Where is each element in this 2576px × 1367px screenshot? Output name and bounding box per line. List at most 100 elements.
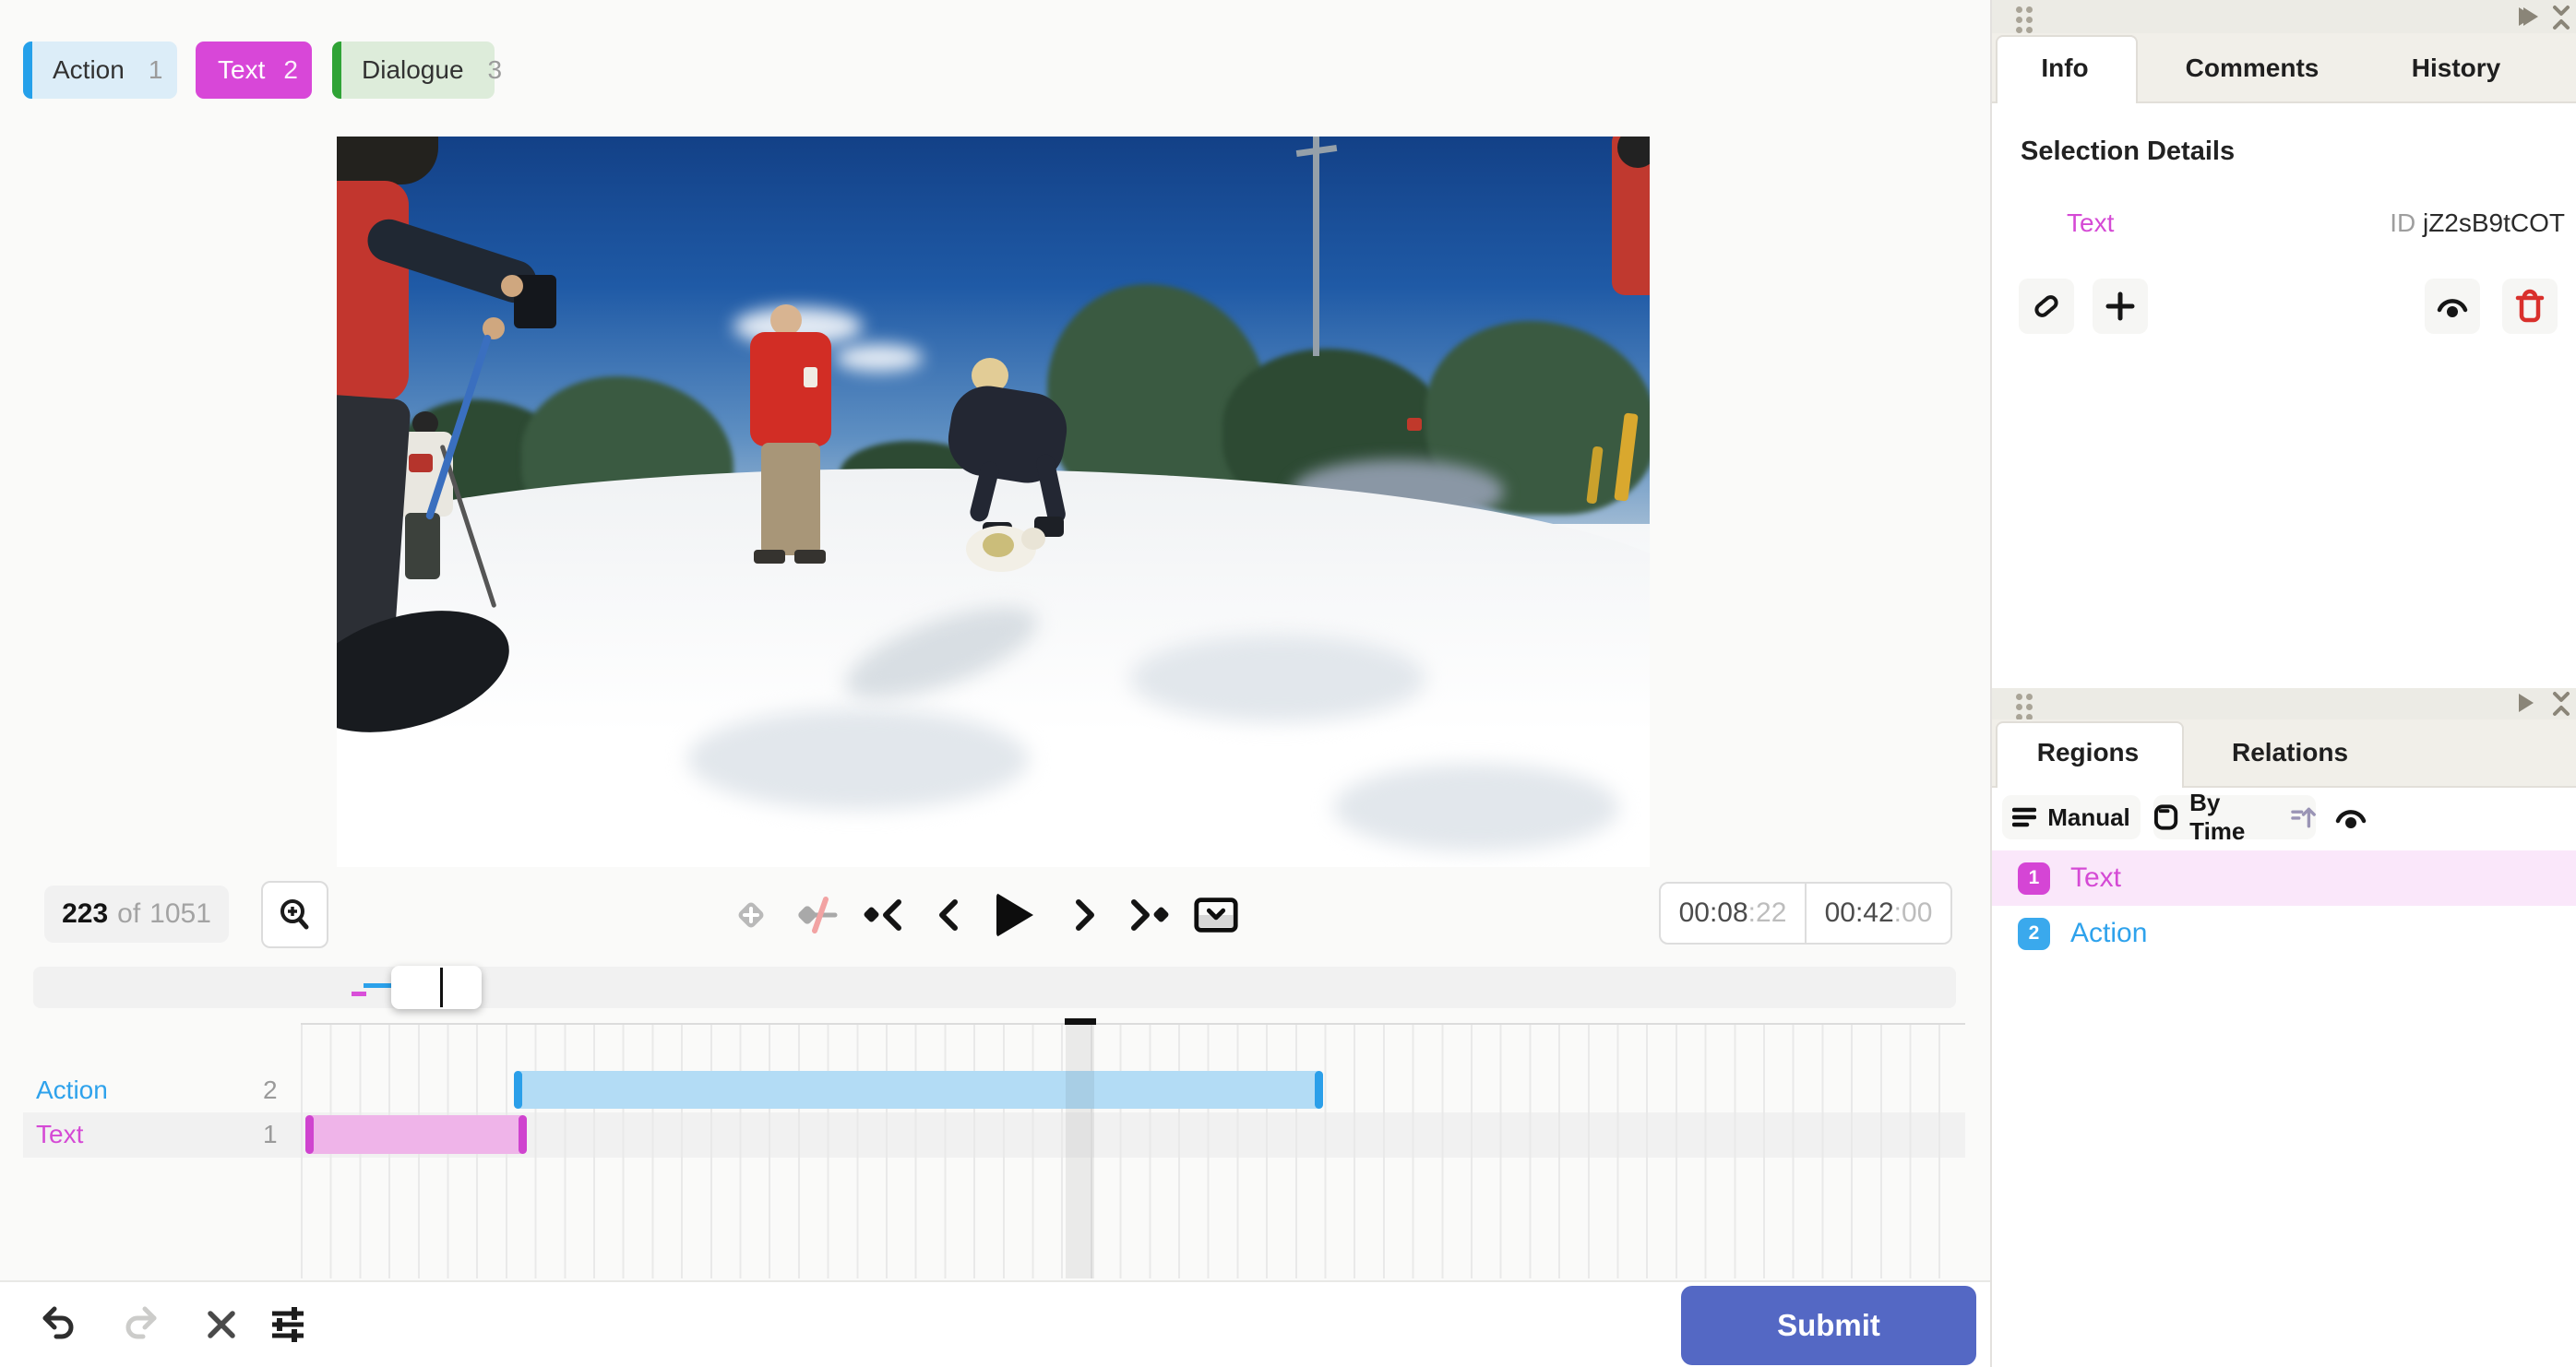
by-time-icon [2153,804,2178,830]
regions-panel-header[interactable] [1992,688,2576,720]
timeline-zoom-button[interactable] [261,881,328,948]
collapse-panel-icon[interactable] [2548,4,2574,31]
play-icon [996,893,1033,937]
light-pole [1313,137,1319,356]
photographer-jacket [337,181,409,402]
playhead-column[interactable] [1066,1025,1094,1278]
selection-details-title: Selection Details [2021,137,2236,166]
minimap-viewport[interactable] [391,966,482,1009]
region-list-item-text[interactable]: 1 Text [1992,850,2576,906]
timeline-region-action[interactable] [514,1071,1323,1109]
frame-counter[interactable]: 223 of 1051 [44,886,229,943]
region-list-item-action[interactable]: 2 Action [1992,906,2576,961]
tab-info[interactable]: Info [2041,53,2088,83]
track-label-action[interactable]: Action [36,1076,108,1105]
video-labeling-app: Action 1 Text 2 Dialogue 3 223 of 1051 0… [0,0,2576,1367]
submit-button[interactable]: Submit [1681,1286,1976,1365]
collapse-panel-icon[interactable] [2548,690,2574,718]
next-keyframe-icon [1131,899,1169,931]
order-by-time-button[interactable]: By Time [2153,789,2316,845]
person-standing-pants [761,443,820,555]
current-frame: 223 [62,898,109,929]
add-relation-button[interactable] [2093,279,2148,334]
child-skier-number [409,454,433,472]
link-icon [2034,295,2058,317]
drag-handle-icon[interactable] [2016,6,2033,33]
dog-patch [983,533,1014,557]
settings-button[interactable] [266,1302,310,1347]
dog-head [1021,528,1045,550]
group-manual-icon [2012,807,2037,827]
current-time-main: 00:08 [1678,897,1748,928]
photographer-cap [337,137,438,184]
visibility-button[interactable] [2425,279,2480,334]
region-label: Text [2070,862,2122,893]
label-chip-dialogue[interactable]: Dialogue 3 [332,42,502,99]
child-skier-legs [405,513,440,579]
timeline-minimap[interactable] [33,967,1956,1008]
region-start-handle[interactable] [514,1071,522,1109]
info-panel-header[interactable] [1992,0,2576,33]
link-button[interactable] [2019,279,2074,334]
region-index-badge: 2 [2018,917,2050,950]
track-count-text: 1 [263,1120,278,1148]
total-time: 00:42:00 [1805,884,1950,943]
total-time-frames: :00 [1893,897,1933,928]
drag-handle-icon[interactable] [2016,694,2033,720]
tab-comments[interactable]: Comments [2186,53,2320,83]
regions-visibility-toggle[interactable] [2332,802,2369,834]
region-end-handle[interactable] [519,1115,527,1154]
tab-regions[interactable]: Regions [2037,738,2139,767]
delete-button[interactable] [2502,279,2558,334]
play-button[interactable] [991,891,1039,939]
time-display[interactable]: 00:08:22 00:42:00 [1659,882,1952,945]
person-standing-shoe [794,550,826,564]
person-standing-badge [804,367,817,387]
clear-icon [208,1311,235,1338]
region-end-handle[interactable] [1315,1071,1323,1109]
prev-keyframe-button[interactable] [860,891,908,939]
video-frame[interactable] [337,137,1650,867]
next-keyframe-button[interactable] [1125,891,1173,939]
clear-button[interactable] [199,1302,244,1347]
add-keyframe-icon [738,902,764,928]
tab-relations[interactable]: Relations [2232,738,2348,767]
minimap-playhead[interactable] [440,968,443,1007]
sort-ascending-icon [2291,807,2316,828]
person-standing-jacket [750,332,831,446]
snow-shadow [1333,764,1619,851]
toggle-interpolation-button[interactable] [793,891,841,939]
total-time-main: 00:42 [1824,897,1894,928]
track-label-text[interactable]: Text [36,1120,83,1149]
track-count-action: 2 [263,1076,278,1104]
next-frame-button[interactable] [1060,891,1108,939]
group-manual-button[interactable]: Manual [2002,795,2141,839]
add-keyframe-button[interactable] [727,891,775,939]
label-chip-action[interactable]: Action 1 [23,42,177,99]
trash-icon [2515,289,2545,323]
id-value: jZ2sB9tCOT [2422,208,2565,237]
label-chip-text[interactable]: Text 2 [196,42,312,99]
timeline-region-text[interactable] [305,1115,527,1154]
label-chip-hotkey: 2 [283,55,298,84]
region-index-badge: 1 [2018,862,2050,895]
redo-button[interactable] [118,1302,162,1347]
expand-panel-icon[interactable] [2519,694,2534,712]
toggle-interpolation-icon [798,897,838,933]
timeline-grid[interactable] [301,1025,1965,1278]
prev-keyframe-icon [864,899,901,931]
toggle-timeline-button[interactable] [1192,891,1240,939]
person-standing-shoe [754,550,785,564]
undo-button[interactable] [37,1302,81,1347]
next-frame-icon [1076,899,1094,931]
settings-icon [272,1307,304,1342]
region-label: Action [2070,918,2148,948]
region-start-handle[interactable] [305,1115,314,1154]
expand-panel-icon[interactable] [2519,7,2534,26]
prev-frame-button[interactable] [925,891,973,939]
toggle-timeline-icon [1194,897,1238,933]
plus-icon [2105,291,2135,321]
tab-history[interactable]: History [2412,53,2500,83]
group-manual-label: Manual [2047,802,2130,831]
playhead-marker[interactable] [1065,1018,1096,1025]
